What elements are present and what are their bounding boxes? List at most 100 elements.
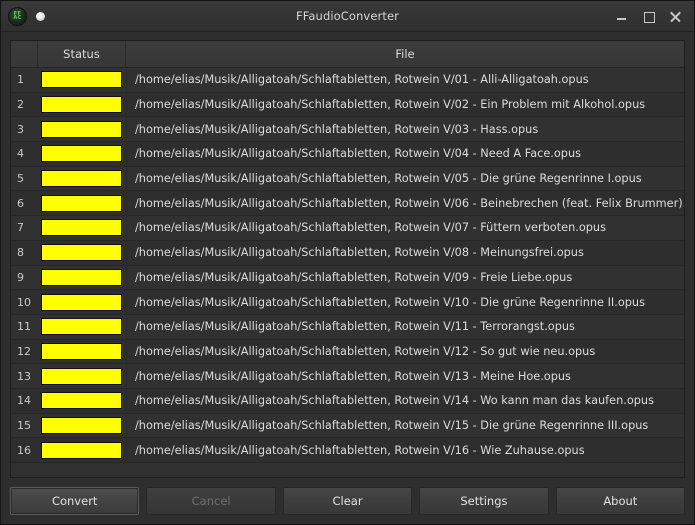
modified-dot-icon [36, 11, 45, 21]
progress-bar [41, 96, 122, 114]
progress-bar [41, 441, 122, 459]
progress-bar [41, 71, 122, 89]
settings-button[interactable]: Settings [419, 487, 549, 515]
row-status-cell [38, 340, 126, 364]
row-file-path: /home/elias/Musik/Alligatoah/Schlaftable… [126, 314, 684, 339]
table-header-file[interactable]: File [126, 41, 684, 67]
row-status-cell [38, 117, 126, 141]
table-row[interactable]: 10/home/elias/Musik/Alligatoah/Schlaftab… [11, 290, 684, 315]
convert-button[interactable]: Convert [10, 487, 140, 515]
app-logo-line2: AC [13, 15, 22, 21]
row-number: 5 [17, 172, 24, 186]
table-row[interactable]: 1/home/elias/Musik/Alligatoah/Schlaftabl… [11, 68, 684, 93]
application-window: FF AC FFaudioConverter Status File 1/hom… [0, 0, 695, 525]
progress-bar-fill [42, 294, 121, 310]
progress-bar-fill [42, 269, 121, 285]
progress-bar-fill [42, 245, 121, 261]
row-status-cell [38, 414, 126, 438]
row-number: 9 [17, 270, 24, 284]
row-status-cell [38, 438, 126, 462]
progress-bar [41, 392, 122, 410]
table-row[interactable]: 5/home/elias/Musik/Alligatoah/Schlaftabl… [11, 166, 684, 192]
row-file-path: /home/elias/Musik/Alligatoah/Schlaftable… [126, 364, 684, 388]
row-file-path: /home/elias/Musik/Alligatoah/Schlaftable… [126, 68, 684, 92]
progress-bar-fill [42, 442, 121, 458]
row-number: 7 [17, 221, 24, 235]
table-row[interactable]: 4/home/elias/Musik/Alligatoah/Schlaftabl… [11, 142, 684, 167]
app-logo-icon: FF AC [8, 6, 27, 26]
row-number: 1 [17, 73, 24, 87]
progress-bar-fill [42, 72, 121, 88]
row-file-path: /home/elias/Musik/Alligatoah/Schlaftable… [126, 438, 684, 462]
table-header-status[interactable]: Status [38, 41, 126, 67]
row-number: 3 [17, 122, 24, 136]
row-status-cell [38, 142, 126, 166]
progress-bar [41, 268, 122, 286]
row-file-path: /home/elias/Musik/Alligatoah/Schlaftable… [126, 388, 684, 413]
progress-bar [41, 244, 122, 262]
progress-bar-fill [42, 121, 121, 137]
table-row[interactable]: 6/home/elias/Musik/Alligatoah/Schlaftabl… [11, 191, 684, 217]
progress-bar [41, 219, 122, 237]
table-row[interactable]: 12/home/elias/Musik/Alligatoah/Schlaftab… [11, 339, 684, 365]
row-file-path: /home/elias/Musik/Alligatoah/Schlaftable… [126, 240, 684, 265]
progress-bar [41, 293, 122, 311]
progress-bar-fill [42, 171, 121, 187]
title-bar[interactable]: FF AC FFaudioConverter [1, 1, 694, 32]
table-row[interactable]: 11/home/elias/Musik/Alligatoah/Schlaftab… [11, 314, 684, 340]
progress-bar [41, 367, 122, 385]
row-status-cell [38, 389, 126, 413]
table-body: 1/home/elias/Musik/Alligatoah/Schlaftabl… [11, 68, 684, 477]
progress-bar-fill [42, 393, 121, 409]
row-file-path: /home/elias/Musik/Alligatoah/Schlaftable… [126, 191, 684, 216]
table-header-number[interactable] [11, 41, 38, 67]
progress-bar-fill [42, 368, 121, 384]
progress-bar [41, 342, 122, 360]
table-row[interactable]: 13/home/elias/Musik/Alligatoah/Schlaftab… [11, 364, 684, 389]
row-number: 6 [17, 196, 24, 210]
close-icon[interactable] [669, 10, 682, 23]
table-row[interactable]: 7/home/elias/Musik/Alligatoah/Schlaftabl… [11, 216, 684, 241]
row-number: 12 [17, 344, 31, 358]
table-row[interactable]: 16/home/elias/Musik/Alligatoah/Schlaftab… [11, 438, 684, 463]
progress-bar [41, 194, 122, 212]
row-file-path: /home/elias/Musik/Alligatoah/Schlaftable… [126, 265, 684, 290]
table-row[interactable]: 3/home/elias/Musik/Alligatoah/Schlaftabl… [11, 117, 684, 143]
table-row[interactable]: 2/home/elias/Musik/Alligatoah/Schlaftabl… [11, 92, 684, 118]
table-row[interactable]: 14/home/elias/Musik/Alligatoah/Schlaftab… [11, 388, 684, 414]
cancel-button: Cancel [146, 487, 276, 515]
row-number: 13 [17, 369, 31, 383]
progress-bar [41, 318, 122, 336]
about-button[interactable]: About [555, 487, 686, 515]
row-file-path: /home/elias/Musik/Alligatoah/Schlaftable… [126, 166, 684, 191]
table-header-row: Status File [11, 41, 684, 68]
table-row[interactable]: 8/home/elias/Musik/Alligatoah/Schlaftabl… [11, 240, 684, 266]
row-status-cell [38, 266, 126, 290]
row-status-cell [38, 68, 126, 92]
row-number: 11 [17, 320, 31, 334]
row-file-path: /home/elias/Musik/Alligatoah/Schlaftable… [126, 92, 684, 117]
row-status-cell [38, 315, 126, 339]
progress-bar-fill [42, 417, 121, 433]
row-number: 4 [17, 147, 24, 161]
window-title: FFaudioConverter [296, 9, 399, 23]
minimize-icon[interactable] [615, 10, 628, 23]
maximize-icon[interactable] [642, 10, 655, 23]
progress-bar [41, 170, 122, 188]
table-row[interactable]: 15/home/elias/Musik/Alligatoah/Schlaftab… [11, 413, 684, 439]
row-file-path: /home/elias/Musik/Alligatoah/Schlaftable… [126, 216, 684, 240]
row-number: 16 [17, 443, 31, 457]
progress-bar-fill [42, 220, 121, 236]
row-file-path: /home/elias/Musik/Alligatoah/Schlaftable… [126, 339, 684, 364]
row-status-cell [38, 216, 126, 240]
progress-bar-fill [42, 146, 121, 162]
row-number: 14 [17, 394, 31, 408]
table-row[interactable]: 9/home/elias/Musik/Alligatoah/Schlaftabl… [11, 265, 684, 291]
row-number: 8 [17, 246, 24, 260]
row-file-path: /home/elias/Musik/Alligatoah/Schlaftable… [126, 142, 684, 166]
clear-button[interactable]: Clear [282, 487, 413, 515]
file-table: Status File 1/home/elias/Musik/Alligatoa… [10, 40, 685, 478]
row-status-cell [38, 364, 126, 388]
row-number: 10 [17, 295, 31, 309]
progress-bar-fill [42, 97, 121, 113]
